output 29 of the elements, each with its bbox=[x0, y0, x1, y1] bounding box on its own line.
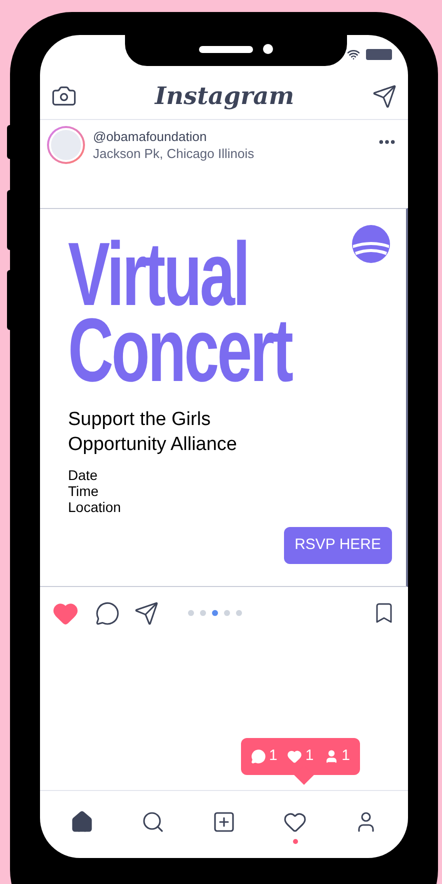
headline: Virtual bbox=[68, 237, 248, 313]
nav-tab[interactable] bbox=[140, 810, 165, 834]
comment-icon bbox=[250, 749, 266, 764]
notification-count: 1 bbox=[305, 746, 314, 766]
avatar[interactable] bbox=[47, 126, 85, 164]
send-icon[interactable] bbox=[134, 600, 159, 626]
comment-icon[interactable] bbox=[95, 600, 120, 626]
username[interactable]: @obamafoundation bbox=[93, 128, 254, 145]
search-icon bbox=[140, 810, 165, 834]
detail-label: Time bbox=[68, 483, 100, 499]
home-icon bbox=[70, 810, 94, 834]
logo-icon bbox=[352, 225, 390, 263]
notification-count: 1 bbox=[268, 746, 278, 766]
person-icon bbox=[324, 749, 339, 764]
heart-icon bbox=[287, 749, 302, 764]
app-title: Instagram bbox=[154, 80, 294, 112]
location[interactable]: Jackson Pk, Chicago Illinois bbox=[93, 145, 254, 162]
notification-count: 1 bbox=[342, 746, 350, 766]
subtitle: Support the Girls Opportunity Alliance bbox=[68, 408, 238, 457]
headline: Concert bbox=[68, 313, 292, 389]
battery-icon bbox=[366, 48, 392, 60]
rsvp-button[interactable]: RSVP HERE bbox=[284, 527, 392, 564]
detail-label: Location bbox=[68, 499, 122, 515]
detail-label: Date bbox=[68, 467, 99, 483]
add-icon bbox=[212, 810, 236, 834]
nav-tab[interactable] bbox=[70, 810, 94, 834]
send-icon[interactable] bbox=[372, 84, 397, 108]
wifi-icon bbox=[347, 48, 360, 60]
nav-tab[interactable] bbox=[212, 810, 236, 834]
